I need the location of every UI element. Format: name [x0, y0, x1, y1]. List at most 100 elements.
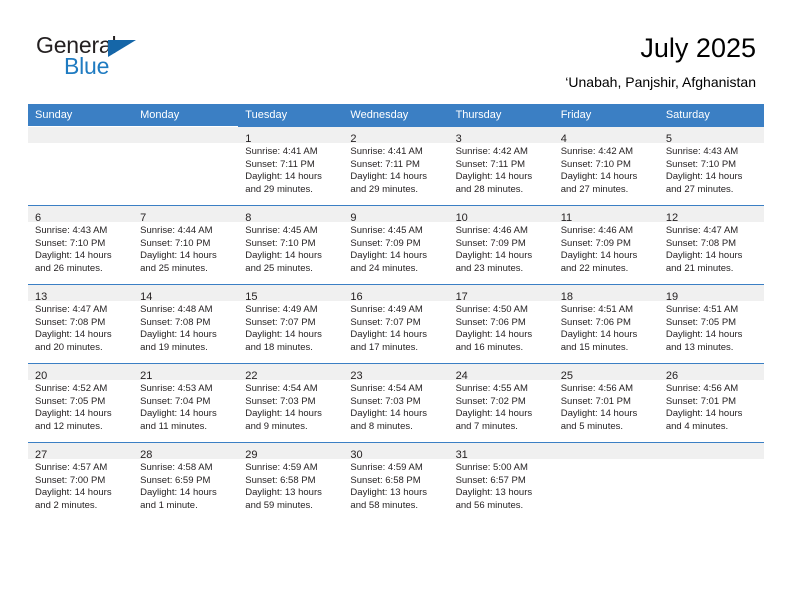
page-subtitle: ‘Unabah, Panjshir, Afghanistan — [565, 74, 756, 90]
day-cell[interactable]: 7 Sunrise: 4:44 AM Sunset: 7:10 PM Daylight… — [133, 205, 239, 284]
day-number-band: 1 — [238, 127, 344, 145]
calendar-cell: 7 Sunrise: 4:44 AM Sunset: 7:10 PM Daylight… — [133, 205, 239, 284]
sunrise-text: Sunrise: 4:54 AM — [350, 383, 423, 394]
day-cell[interactable]: 20 Sunrise: 4:52 AM Sunset: 7:05 PM Dayligh… — [28, 363, 134, 442]
day-info: Sunrise: 5:00 AM Sunset: 6:57 PM Daylight:… — [449, 459, 554, 512]
calendar-cell: 12 Sunrise: 4:47 AM Sunset: 7:08 PM Dayligh… — [658, 205, 764, 284]
daylight-text-line2: and 56 minutes. — [455, 499, 524, 511]
day-number-band: 6 — [28, 206, 134, 224]
daylight-text-line2: and 29 minutes. — [350, 183, 419, 195]
day-cell[interactable]: 27 Sunrise: 4:57 AM Sunset: 7:00 PM Dayligh… — [28, 442, 134, 521]
daylight-text-line1: Daylight: 14 hours — [455, 171, 533, 183]
daylight-text-line2: and 19 minutes. — [140, 341, 208, 353]
daylight-text-line1: Daylight: 14 hours — [560, 171, 638, 183]
calendar-cell: 15 Sunrise: 4:49 AM Sunset: 7:07 PM Dayligh… — [238, 284, 344, 363]
calendar-cell: 14 Sunrise: 4:48 AM Sunset: 7:08 PM Dayligh… — [133, 284, 239, 363]
day-cell-empty — [133, 126, 239, 205]
sunset-text: Sunset: 7:08 PM — [665, 237, 737, 249]
day-info: Sunrise: 4:49 AM Sunset: 7:07 PM Daylight:… — [238, 301, 343, 354]
day-number: 15 — [245, 291, 258, 303]
day-number-band: 24 — [448, 364, 554, 382]
daylight-text-line1: Daylight: 14 hours — [665, 171, 743, 183]
sunset-text: Sunset: 7:07 PM — [245, 316, 316, 328]
day-cell-empty — [658, 442, 764, 521]
day-cell[interactable]: 13 Sunrise: 4:47 AM Sunset: 7:08 PM Dayligh… — [28, 284, 134, 363]
day-cell[interactable]: 8 Sunrise: 4:45 AM Sunset: 7:10 PM Daylight… — [238, 205, 344, 284]
day-cell[interactable]: 9 Sunrise: 4:45 AM Sunset: 7:09 PM Daylight… — [343, 205, 449, 284]
calendar-grid: Sunday Monday Tuesday Wednesday Thursday… — [28, 104, 764, 521]
day-cell[interactable]: 15 Sunrise: 4:49 AM Sunset: 7:07 PM Dayligh… — [238, 284, 344, 363]
day-info: Sunrise: 4:59 AM Sunset: 6:58 PM Daylight:… — [238, 459, 343, 512]
day-cell[interactable]: 3 Sunrise: 4:42 AM Sunset: 7:11 PM Daylight… — [448, 126, 554, 205]
sunrise-text: Sunrise: 4:55 AM — [455, 383, 528, 394]
day-cell[interactable]: 10 Sunrise: 4:46 AM Sunset: 7:09 PM Dayligh… — [448, 205, 554, 284]
day-info: Sunrise: 4:46 AM Sunset: 7:09 PM Daylight:… — [554, 222, 659, 275]
calendar-cell: 13 Sunrise: 4:47 AM Sunset: 7:08 PM Dayligh… — [28, 284, 134, 363]
weekday-header-monday: Monday — [133, 104, 239, 126]
day-cell[interactable]: 23 Sunrise: 4:54 AM Sunset: 7:03 PM Dayligh… — [343, 363, 449, 442]
day-number-band: 25 — [553, 364, 659, 382]
sunset-text: Sunset: 7:10 PM — [665, 158, 737, 170]
day-info: Sunrise: 4:59 AM Sunset: 6:58 PM Daylight:… — [343, 459, 448, 512]
day-info: Sunrise: 4:51 AM Sunset: 7:06 PM Daylight:… — [554, 301, 659, 354]
day-cell[interactable]: 1 Sunrise: 4:41 AM Sunset: 7:11 PM Daylight… — [238, 126, 344, 205]
day-cell[interactable]: 6 Sunrise: 4:43 AM Sunset: 7:10 PM Daylight… — [28, 205, 134, 284]
day-cell[interactable]: 11 Sunrise: 4:46 AM Sunset: 7:09 PM Dayligh… — [553, 205, 659, 284]
sunset-text: Sunset: 7:09 PM — [455, 237, 526, 249]
day-number-band: 15 — [238, 285, 344, 303]
daylight-text-line2: and 20 minutes. — [35, 341, 103, 353]
calendar-cell: 5 Sunrise: 4:43 AM Sunset: 7:10 PM Daylight… — [658, 126, 764, 205]
day-cell[interactable]: 26 Sunrise: 4:56 AM Sunset: 7:01 PM Dayligh… — [658, 363, 764, 442]
daylight-text-line1: Daylight: 14 hours — [350, 329, 427, 341]
daylight-text-line1: Daylight: 14 hours — [560, 329, 638, 341]
day-cell[interactable]: 19 Sunrise: 4:51 AM Sunset: 7:05 PM Dayligh… — [658, 284, 764, 363]
daylight-text-line1: Daylight: 14 hours — [560, 408, 638, 420]
day-cell[interactable]: 24 Sunrise: 4:55 AM Sunset: 7:02 PM Dayligh… — [448, 363, 554, 442]
sunrise-text: Sunrise: 4:43 AM — [665, 146, 739, 157]
daylight-text-line2: and 27 minutes. — [665, 183, 734, 195]
day-number-band: 22 — [238, 364, 344, 382]
day-cell[interactable]: 4 Sunrise: 4:42 AM Sunset: 7:10 PM Daylight… — [553, 126, 659, 205]
day-cell[interactable]: 28 Sunrise: 4:58 AM Sunset: 6:59 PM Dayligh… — [133, 442, 239, 521]
day-info: Sunrise: 4:54 AM Sunset: 7:03 PM Daylight:… — [238, 380, 343, 433]
sunrise-text: Sunrise: 4:59 AM — [350, 462, 423, 473]
day-info: Sunrise: 4:51 AM Sunset: 7:05 PM Daylight:… — [659, 301, 764, 354]
calendar-cell: 28 Sunrise: 4:58 AM Sunset: 6:59 PM Dayligh… — [133, 442, 239, 521]
calendar-cell: 18 Sunrise: 4:51 AM Sunset: 7:06 PM Dayligh… — [553, 284, 659, 363]
day-cell[interactable]: 29 Sunrise: 4:59 AM Sunset: 6:58 PM Dayligh… — [238, 442, 344, 521]
daylight-text-line2: and 28 minutes. — [455, 183, 524, 195]
day-cell[interactable]: 5 Sunrise: 4:43 AM Sunset: 7:10 PM Daylight… — [658, 126, 764, 205]
day-cell[interactable]: 18 Sunrise: 4:51 AM Sunset: 7:06 PM Dayligh… — [553, 284, 659, 363]
calendar-cell: 9 Sunrise: 4:45 AM Sunset: 7:09 PM Daylight… — [343, 205, 449, 284]
sunset-text: Sunset: 7:07 PM — [350, 316, 421, 328]
day-number-band: 28 — [133, 443, 239, 461]
day-cell[interactable]: 21 Sunrise: 4:53 AM Sunset: 7:04 PM Dayligh… — [133, 363, 239, 442]
day-number-band: 18 — [553, 285, 659, 303]
day-cell[interactable]: 22 Sunrise: 4:54 AM Sunset: 7:03 PM Dayligh… — [238, 363, 344, 442]
sunset-text: Sunset: 7:04 PM — [140, 395, 211, 407]
day-cell[interactable]: 2 Sunrise: 4:41 AM Sunset: 7:11 PM Daylight… — [343, 126, 449, 205]
day-cell[interactable]: 25 Sunrise: 4:56 AM Sunset: 7:01 PM Dayligh… — [553, 363, 659, 442]
day-number: 13 — [35, 291, 48, 303]
day-cell[interactable]: 31 Sunrise: 5:00 AM Sunset: 6:57 PM Dayligh… — [448, 442, 554, 521]
day-cell-empty — [28, 126, 134, 205]
day-number-band: 26 — [658, 364, 764, 382]
day-number-band: 10 — [448, 206, 554, 224]
sunrise-text: Sunrise: 4:49 AM — [350, 304, 423, 315]
brand-logo[interactable]: General Blue — [36, 32, 226, 88]
sunrise-text: Sunrise: 4:45 AM — [350, 225, 423, 236]
day-cell[interactable]: 12 Sunrise: 4:47 AM Sunset: 7:08 PM Dayligh… — [658, 205, 764, 284]
day-number: 5 — [665, 133, 672, 145]
sunset-text: Sunset: 6:57 PM — [455, 474, 526, 486]
day-cell[interactable]: 30 Sunrise: 4:59 AM Sunset: 6:58 PM Dayligh… — [343, 442, 449, 521]
weekday-header-sunday: Sunday — [28, 104, 134, 126]
calendar-cell: 4 Sunrise: 4:42 AM Sunset: 7:10 PM Daylight… — [553, 126, 659, 205]
daylight-text-line2: and 25 minutes. — [140, 262, 208, 274]
day-number: 25 — [560, 370, 573, 382]
sunrise-text: Sunrise: 4:47 AM — [35, 304, 108, 315]
day-cell[interactable]: 16 Sunrise: 4:49 AM Sunset: 7:07 PM Dayligh… — [343, 284, 449, 363]
sunrise-text: Sunrise: 4:58 AM — [140, 462, 213, 473]
sunrise-text: Sunrise: 4:56 AM — [560, 383, 634, 394]
day-cell[interactable]: 17 Sunrise: 4:50 AM Sunset: 7:06 PM Dayligh… — [448, 284, 554, 363]
day-cell[interactable]: 14 Sunrise: 4:48 AM Sunset: 7:08 PM Dayligh… — [133, 284, 239, 363]
